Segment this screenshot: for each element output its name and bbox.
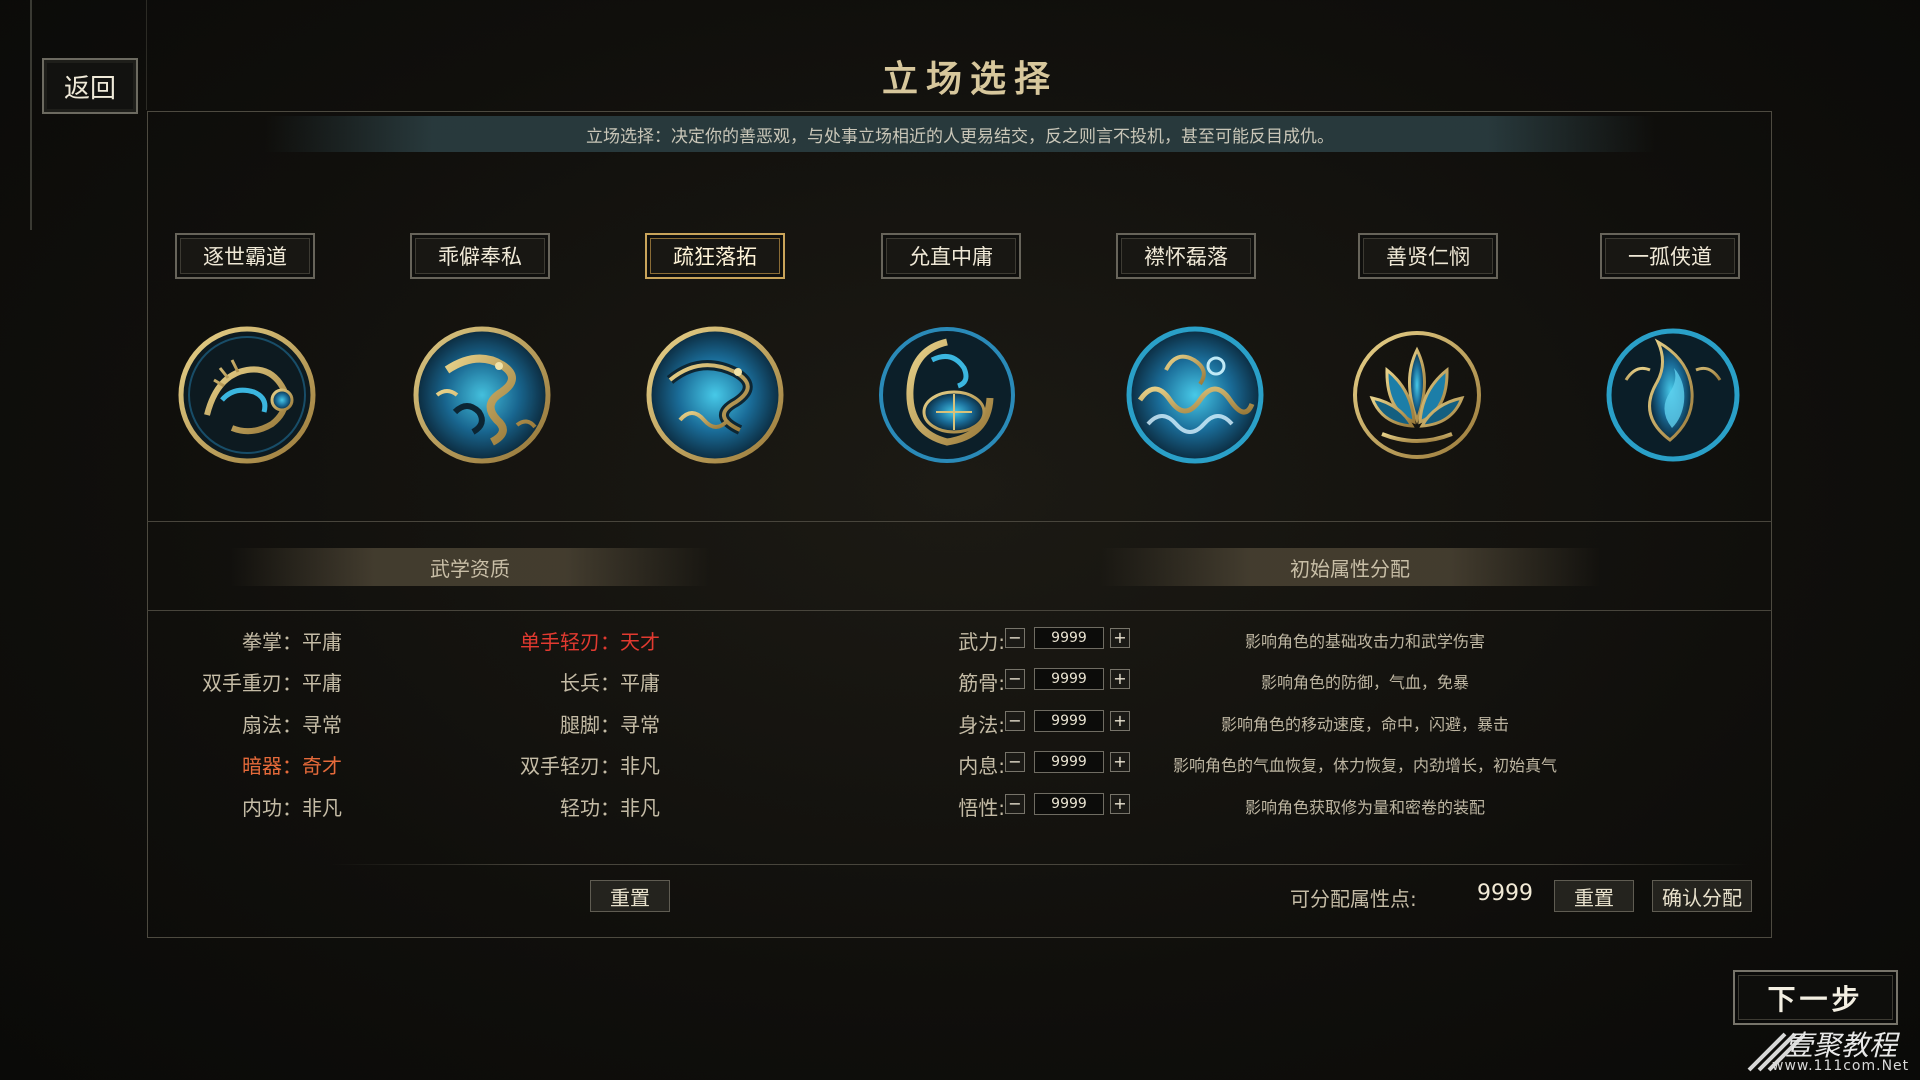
skill-label: 拳掌：: [242, 630, 302, 654]
watermark-url: www.111com.Net: [1772, 1058, 1910, 1074]
wuxing-value-input[interactable]: [1034, 793, 1104, 815]
skill-value: 非凡: [620, 796, 660, 820]
skill-value: 平庸: [302, 671, 342, 695]
decrease-neixi-button[interactable]: −: [1005, 752, 1025, 772]
neixi-value-input[interactable]: [1034, 751, 1104, 773]
initial-attribute-header: 初始属性分配: [1100, 548, 1600, 586]
decrease-wuxing-button[interactable]: −: [1005, 794, 1025, 814]
wuli-value-input[interactable]: [1034, 627, 1104, 649]
attr-desc: 影响角色获取修为量和密卷的装配: [1244, 798, 1485, 817]
skill-value: 平庸: [302, 630, 342, 654]
available-points-value: 9999: [1477, 881, 1533, 906]
page-title: 立场选择: [881, 58, 1058, 100]
attr-label-wuli: 武力:: [958, 630, 1005, 654]
section-divider: [147, 521, 1772, 522]
attr-label-shenfa: 身法:: [958, 713, 1005, 737]
next-step-button[interactable]: 下一步: [1733, 970, 1898, 1025]
tiger-emblem-icon[interactable]: [172, 320, 322, 470]
attr-desc: 影响角色的基础攻击力和武学伤害: [1244, 632, 1485, 651]
increase-jingu-button[interactable]: +: [1110, 669, 1130, 689]
jingu-value-input[interactable]: [1034, 668, 1104, 690]
skill-value: 非凡: [302, 796, 342, 820]
left-border-line: [30, 0, 32, 230]
turtle-snake-emblem-icon[interactable]: [872, 320, 1022, 470]
stance-button-yiguxiadao[interactable]: 一孤侠道: [1600, 233, 1740, 279]
skill-value: 平庸: [620, 671, 660, 695]
skill-label: 双手轻刃：: [520, 754, 620, 778]
reset-aptitude-button[interactable]: 重置: [590, 880, 670, 912]
phoenix-flame-emblem-icon[interactable]: [1598, 320, 1748, 470]
skill-label: 腿脚：: [560, 713, 620, 737]
decrease-shenfa-button[interactable]: −: [1005, 711, 1025, 731]
attr-label-neixi: 内息:: [958, 754, 1005, 778]
stance-button-yunzhizhongyong[interactable]: 允直中庸: [881, 233, 1021, 279]
stance-button-jinhuaileiluo[interactable]: 襟怀磊落: [1116, 233, 1256, 279]
increase-wuxing-button[interactable]: +: [1110, 794, 1130, 814]
stance-button-zhushibadao[interactable]: 逐世霸道: [175, 233, 315, 279]
skill-label: 长兵：: [560, 671, 620, 695]
skill-value: 寻常: [302, 713, 342, 737]
available-points-label: 可分配属性点:: [1290, 887, 1417, 911]
skill-label: 双手重刃：: [202, 671, 302, 695]
attr-desc: 影响角色的气血恢复，体力恢复，内劲增长，初始真气: [1172, 756, 1557, 775]
skill-value-highlight: 天才: [620, 630, 660, 654]
description-bar: 立场选择：决定你的善恶观，与处事立场相近的人更易结交，反之则言不投机，甚至可能反…: [265, 116, 1655, 152]
skill-label-highlight: 暗器：: [242, 754, 302, 778]
skill-value: 寻常: [620, 713, 660, 737]
stance-button-shukuangluotuo[interactable]: 疏狂落拓: [645, 233, 785, 279]
footer-divider: [330, 864, 1750, 865]
confirm-allocation-button[interactable]: 确认分配: [1652, 880, 1752, 912]
decrease-wuli-button[interactable]: −: [1005, 628, 1025, 648]
martial-aptitude-header: 武学资质: [230, 548, 710, 586]
serpent-dragon-emblem-icon[interactable]: [640, 320, 790, 470]
lotus-emblem-icon[interactable]: [1342, 320, 1492, 470]
skill-label: 轻功：: [560, 796, 620, 820]
decrease-jingu-button[interactable]: −: [1005, 669, 1025, 689]
attr-desc: 影响角色的防御，气血，免暴: [1260, 673, 1469, 692]
skill-value: 非凡: [620, 754, 660, 778]
stance-button-guaipifengsi[interactable]: 乖僻奉私: [410, 233, 550, 279]
increase-neixi-button[interactable]: +: [1110, 752, 1130, 772]
skill-label-highlight: 单手轻刃：: [520, 630, 620, 654]
skill-value-highlight: 奇才: [302, 754, 342, 778]
dragon-emblem-icon[interactable]: [407, 320, 557, 470]
increase-wuli-button[interactable]: +: [1110, 628, 1130, 648]
reset-attributes-button[interactable]: 重置: [1554, 880, 1634, 912]
skill-label: 扇法：: [242, 713, 302, 737]
stance-button-shanxianrenmin[interactable]: 善贤仁悯: [1358, 233, 1498, 279]
shenfa-value-input[interactable]: [1034, 710, 1104, 732]
attr-label-jingu: 筋骨:: [958, 671, 1005, 695]
increase-shenfa-button[interactable]: +: [1110, 711, 1130, 731]
attr-label-wuxing: 悟性:: [958, 796, 1005, 820]
attr-desc: 影响角色的移动速度，命中，闪避，暴击: [1220, 715, 1509, 734]
skill-label: 内功：: [242, 796, 302, 820]
section-divider: [147, 610, 1772, 611]
wave-emblem-icon[interactable]: [1120, 320, 1270, 470]
